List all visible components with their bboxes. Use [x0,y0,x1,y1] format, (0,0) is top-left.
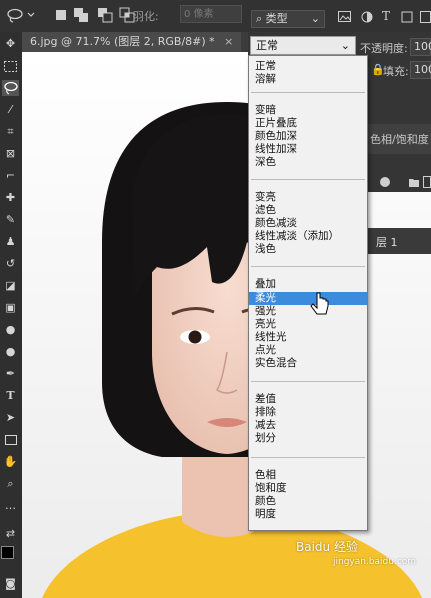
blend-option[interactable]: 饱和度 [249,482,367,495]
document-tab-label: 6.jpg @ 71.7% (图层 2, RGB/8#) * [30,35,215,48]
blend-option[interactable]: 划分 [249,432,367,445]
blend-option[interactable]: 颜色加深 [249,130,367,143]
new-layer-icon[interactable] [423,176,431,191]
blend-mode-menu: 正常 溶解 变暗 正片叠底 颜色加深 线性加深 深色 变亮 滤色 颜色减淡 线性… [248,55,368,531]
fill-label: 填充: [383,65,409,78]
opacity-label: 不透明度: [360,42,408,55]
blend-option[interactable]: 点光 [249,344,367,357]
clone-stamp-icon[interactable]: ♟ [2,234,19,250]
frame-tool-icon[interactable]: ⊠ [2,146,19,162]
blend-option[interactable]: 颜色减淡 [249,217,367,230]
blend-option-highlighted[interactable]: 柔光 [249,292,367,305]
quick-mask-icon[interactable]: ◙ [2,576,19,592]
blend-option[interactable]: 明度 [249,508,367,521]
lasso-tool-icon[interactable] [2,80,19,96]
blend-option[interactable]: 强光 [249,305,367,318]
layer-style-icon[interactable] [379,176,391,191]
brush-tool-icon[interactable]: ✎ [2,212,19,228]
blend-option[interactable]: 颜色 [249,495,367,508]
blend-option[interactable]: 正常 [249,60,367,73]
healing-brush-icon[interactable]: ✚ [2,190,19,206]
menu-divider [251,381,365,382]
chevron-down-icon: ⌄ [340,39,350,52]
blend-option[interactable]: 减去 [249,419,367,432]
type-tool-icon[interactable]: T [2,388,19,404]
feather-input[interactable]: 0 像素 [180,5,242,23]
chevron-down-icon: ⌄ [310,12,320,25]
blend-option[interactable]: 叠加 [249,278,367,291]
opacity-input[interactable]: 100 [410,38,431,56]
magic-wand-icon[interactable]: ⁄ [2,102,19,118]
blend-option[interactable]: 滤色 [249,204,367,217]
blend-option[interactable]: 排除 [249,406,367,419]
pointer-cursor-icon [310,292,330,321]
search-icon: ⌕ [256,12,263,25]
lasso-preset-icon[interactable] [6,7,36,26]
layer-row[interactable]: 层 1 [368,228,431,254]
document-tab[interactable]: 6.jpg @ 71.7% (图层 2, RGB/8#) * × [22,32,242,52]
blend-option[interactable]: 色相 [249,469,367,482]
path-selection-icon[interactable]: ➤ [2,410,19,426]
move-tool-icon[interactable]: ✥ [2,36,19,52]
add-selection-icon[interactable] [73,7,89,23]
watermark-url: jingyan.baidu.com [333,557,417,567]
dodge-tool-icon[interactable]: ● [2,344,19,360]
document-tab-bar: 6.jpg @ 71.7% (图层 2, RGB/8#) * × [22,32,248,53]
feather-label: 羽化: [133,10,159,23]
shape-filter-icon[interactable] [401,11,413,26]
new-group-icon[interactable] [408,176,420,191]
layer-name: 层 1 [376,236,398,249]
blend-option[interactable]: 正片叠底 [249,117,367,130]
gradient-tool-icon[interactable]: ▣ [2,300,19,316]
blend-option[interactable]: 线性光 [249,331,367,344]
options-bar: 羽化: 0 像素 ⌕ 类型 ⌄ T [0,0,431,33]
blend-option[interactable]: 线性减淡（添加） [249,230,367,243]
layer-filter-select[interactable]: ⌕ 类型 ⌄ [251,10,325,28]
menu-divider [251,179,365,180]
layer-row[interactable]: 色相/饱和度 [368,124,431,154]
menu-divider [251,457,365,458]
blend-option[interactable]: 浅色 [249,243,367,256]
history-brush-icon[interactable]: ↺ [2,256,19,272]
zoom-tool-icon[interactable]: ⌕ [2,476,19,492]
eraser-icon[interactable]: ◪ [2,278,19,294]
blend-option[interactable]: 溶解 [249,73,367,86]
pen-tool-icon[interactable]: ✒ [2,366,19,382]
smart-object-filter-icon[interactable] [420,11,431,26]
eyedropper-icon[interactable]: ⌐ [2,168,19,184]
type-filter-icon[interactable]: T [382,9,390,23]
foreground-color-swatch[interactable] [1,546,14,559]
watermark-text: Baidu 经验 [296,540,358,554]
fill-input[interactable]: 100 [410,61,431,79]
close-tab-icon[interactable]: × [224,35,233,48]
blend-mode-value: 正常 [256,39,278,52]
subtract-selection-icon[interactable] [97,7,113,23]
blend-option[interactable]: 变亮 [249,191,367,204]
blur-tool-icon[interactable]: ● [2,322,19,338]
layer-filter-label: 类型 [265,12,288,25]
menu-divider [251,266,365,267]
menu-divider [251,92,365,93]
layer-name: 色相/饱和度 [370,133,429,146]
new-selection-icon[interactable] [53,7,69,23]
more-tools-icon[interactable]: … [2,498,19,514]
blend-option[interactable]: 线性加深 [249,143,367,156]
hand-tool-icon[interactable]: ✋ [2,454,19,470]
rectangle-tool-icon[interactable] [2,432,19,448]
tools-panel: ✥ ⁄ ⌗ ⊠ ⌐ ✚ ✎ ♟ ↺ ◪ ▣ ● ● ✒ T ➤ ✋ ⌕ … ⇄ … [0,32,23,598]
crop-tool-icon[interactable]: ⌗ [2,124,19,140]
blend-mode-select[interactable]: 正常 ⌄ [250,36,356,55]
blend-option[interactable]: 差值 [249,393,367,406]
blend-option[interactable]: 变暗 [249,104,367,117]
swap-colors-icon[interactable]: ⇄ [2,526,19,542]
adjustment-filter-icon[interactable] [361,11,373,26]
marquee-tool-icon[interactable] [2,58,19,74]
blend-option[interactable]: 实色混合 [249,357,367,370]
image-filter-icon[interactable] [338,11,351,26]
blend-option[interactable]: 亮光 [249,318,367,331]
blend-option[interactable]: 深色 [249,156,367,169]
